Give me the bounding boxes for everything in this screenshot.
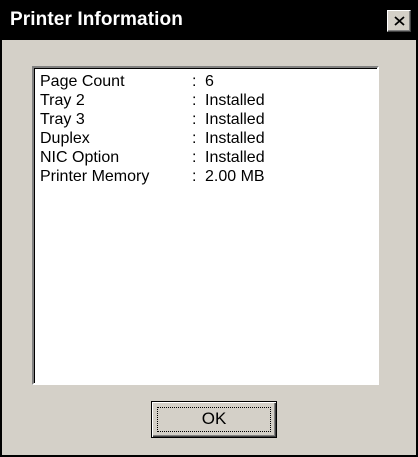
info-value: Installed <box>205 149 265 166</box>
info-value: Installed <box>205 92 265 109</box>
info-value: 6 <box>205 73 214 90</box>
info-value: 2.00 MB <box>205 168 265 185</box>
info-value: Installed <box>205 111 265 128</box>
title-bar[interactable]: Printer Information <box>2 2 416 40</box>
ok-button-label: OK <box>201 409 227 428</box>
info-label: Printer Memory <box>40 168 150 185</box>
info-separator: : <box>192 92 197 109</box>
printer-information-dialog: Printer Information Page Count : 6 Tray … <box>0 0 418 457</box>
dialog-title: Printer Information <box>10 9 183 30</box>
info-separator: : <box>192 149 197 166</box>
close-icon <box>394 16 405 26</box>
close-button[interactable] <box>387 10 411 32</box>
info-value: Installed <box>205 130 265 147</box>
info-separator: : <box>192 168 197 185</box>
info-separator: : <box>192 73 197 90</box>
ok-button[interactable]: OK <box>151 401 277 438</box>
info-label: Page Count <box>40 73 125 90</box>
info-label: NIC Option <box>40 149 120 166</box>
info-separator: : <box>192 111 197 128</box>
info-label: Tray 3 <box>40 111 85 128</box>
info-label: Tray 2 <box>40 92 85 109</box>
printer-info-list: Page Count : 6 Tray 2 : Installed Tray 3… <box>32 66 379 385</box>
info-separator: : <box>192 130 197 147</box>
info-label: Duplex <box>40 130 90 147</box>
